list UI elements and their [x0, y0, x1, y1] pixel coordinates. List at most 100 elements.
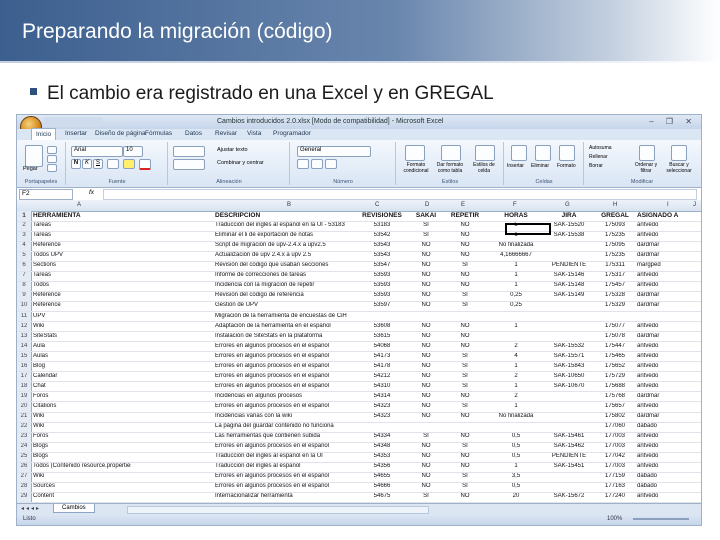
cell[interactable]: Eliminar el li de exportación de notas [215, 232, 353, 238]
cell[interactable]: antvedo [637, 433, 699, 439]
cell[interactable]: NO [411, 292, 441, 298]
cell[interactable]: antvedo [637, 383, 699, 389]
cell[interactable]: Sections [33, 262, 131, 268]
cell[interactable]: dardmar [637, 413, 699, 419]
column-letter[interactable]: B [287, 202, 291, 208]
cell[interactable]: 4 [489, 353, 543, 359]
borders-icon[interactable] [107, 159, 119, 169]
cell[interactable]: 175447 [593, 343, 637, 349]
cell[interactable]: Wiki [33, 413, 131, 419]
cell[interactable]: SAK-15571 [545, 353, 593, 359]
cell[interactable]: dardmar [637, 242, 699, 248]
cell[interactable]: dardmar [637, 292, 699, 298]
cell[interactable]: NO [411, 252, 441, 258]
conditional-format-icon[interactable] [405, 145, 425, 161]
cell[interactable]: 175768 [593, 393, 637, 399]
font-size-select[interactable]: 10 [123, 146, 143, 157]
cell[interactable]: antvedo [637, 323, 699, 329]
row-number[interactable]: 11 [17, 313, 31, 319]
cell[interactable]: NO [411, 463, 441, 469]
cell[interactable]: SI [443, 363, 487, 369]
font-color-icon[interactable] [139, 159, 151, 170]
cell[interactable]: Reference [33, 302, 131, 308]
cell[interactable]: 0,5 [489, 453, 543, 459]
row-number[interactable]: 4 [17, 242, 31, 248]
cell[interactable]: SAK-15146 [545, 272, 593, 278]
cell[interactable]: NO [443, 343, 487, 349]
cell[interactable]: Las herramientas que contienen subida [215, 433, 353, 439]
cell[interactable]: Citations [33, 403, 131, 409]
cell[interactable]: Reference [33, 242, 131, 248]
find-select-icon[interactable] [671, 145, 687, 161]
cell[interactable]: NO [411, 473, 441, 479]
cell[interactable]: 0,5 [489, 443, 543, 449]
italic-icon[interactable]: K [82, 159, 92, 169]
cell[interactable]: 53542 [353, 232, 411, 238]
cell[interactable]: 54178 [353, 363, 411, 369]
row-number[interactable]: 25 [17, 453, 31, 459]
cell[interactable]: NO [411, 373, 441, 379]
cell[interactable]: SI [411, 433, 441, 439]
cell[interactable]: Internacionalizar herramienta [215, 493, 353, 499]
cell[interactable]: Aulas [33, 353, 131, 359]
cell[interactable]: 54323 [353, 403, 411, 409]
cell[interactable]: dardmar [637, 333, 699, 339]
window-controls-icon[interactable]: – ❐ ✕ [649, 117, 697, 127]
row-number[interactable]: 21 [17, 413, 31, 419]
cell[interactable]: Blog [33, 363, 131, 369]
cell[interactable]: Incidencias varias con la wiki [215, 413, 353, 419]
column-letter[interactable]: D [425, 202, 429, 208]
cell[interactable]: 175077 [593, 323, 637, 329]
cell[interactable]: SAK-15461 [545, 433, 593, 439]
column-letter[interactable]: I [667, 202, 669, 208]
cell[interactable]: 175317 [593, 272, 637, 278]
paste-icon[interactable] [25, 145, 43, 167]
ribbon-tab[interactable]: Insertar [65, 130, 87, 137]
cell[interactable]: PENDIENTE [545, 262, 593, 268]
cell[interactable]: SI [443, 473, 487, 479]
cell[interactable]: 54348 [353, 443, 411, 449]
cell[interactable]: NO [411, 333, 441, 339]
cell[interactable]: NO [443, 282, 487, 288]
cell[interactable]: 0,25 [489, 292, 543, 298]
row-number[interactable]: 7 [17, 272, 31, 278]
cell[interactable]: 175729 [593, 373, 637, 379]
cell[interactable]: SI [443, 383, 487, 389]
cell[interactable]: 54655 [353, 473, 411, 479]
cell[interactable]: antvedo [637, 373, 699, 379]
cell[interactable]: SI [411, 232, 441, 238]
cell[interactable]: 175465 [593, 353, 637, 359]
ribbon-tab[interactable]: Fórmulas [145, 130, 172, 137]
column-header-cell[interactable]: HORAS [489, 212, 543, 219]
cell[interactable]: SAK-15538 [545, 232, 593, 238]
cell[interactable]: NO [443, 453, 487, 459]
name-box[interactable]: F2 [19, 189, 73, 200]
cell[interactable]: 53183 [353, 222, 411, 228]
cell[interactable]: 54173 [353, 353, 411, 359]
underline-icon[interactable]: S [93, 159, 103, 169]
cell[interactable]: 54314 [353, 393, 411, 399]
cell[interactable]: 177060 [593, 423, 637, 429]
cell[interactable]: Blogs [33, 443, 131, 449]
cell[interactable]: 53543 [353, 252, 411, 258]
cell[interactable]: dardmar [637, 252, 699, 258]
cell[interactable]: 53615 [353, 333, 411, 339]
cell[interactable]: Sources [33, 483, 131, 489]
row-number[interactable]: 29 [17, 493, 31, 499]
autosum-button[interactable]: Autosuma [589, 145, 612, 151]
cell[interactable]: 1 [489, 463, 543, 469]
formula-input[interactable] [103, 189, 697, 200]
cell[interactable]: NO [411, 443, 441, 449]
bold-icon[interactable]: N [71, 159, 81, 169]
cell[interactable]: 175688 [593, 383, 637, 389]
cell[interactable]: Traducción del inglés al español [215, 463, 353, 469]
cell[interactable]: 177042 [593, 453, 637, 459]
cell[interactable]: NO [443, 393, 487, 399]
clear-button[interactable]: Borrar [589, 163, 603, 169]
cell[interactable]: antvedo [637, 343, 699, 349]
cell[interactable]: Errores en algunos procesos en el españo… [215, 343, 353, 349]
copy-icon[interactable] [47, 155, 57, 163]
cell[interactable]: Foros [33, 393, 131, 399]
ribbon-tab[interactable]: Diseño de página [95, 130, 146, 137]
row-number[interactable]: 28 [17, 483, 31, 489]
